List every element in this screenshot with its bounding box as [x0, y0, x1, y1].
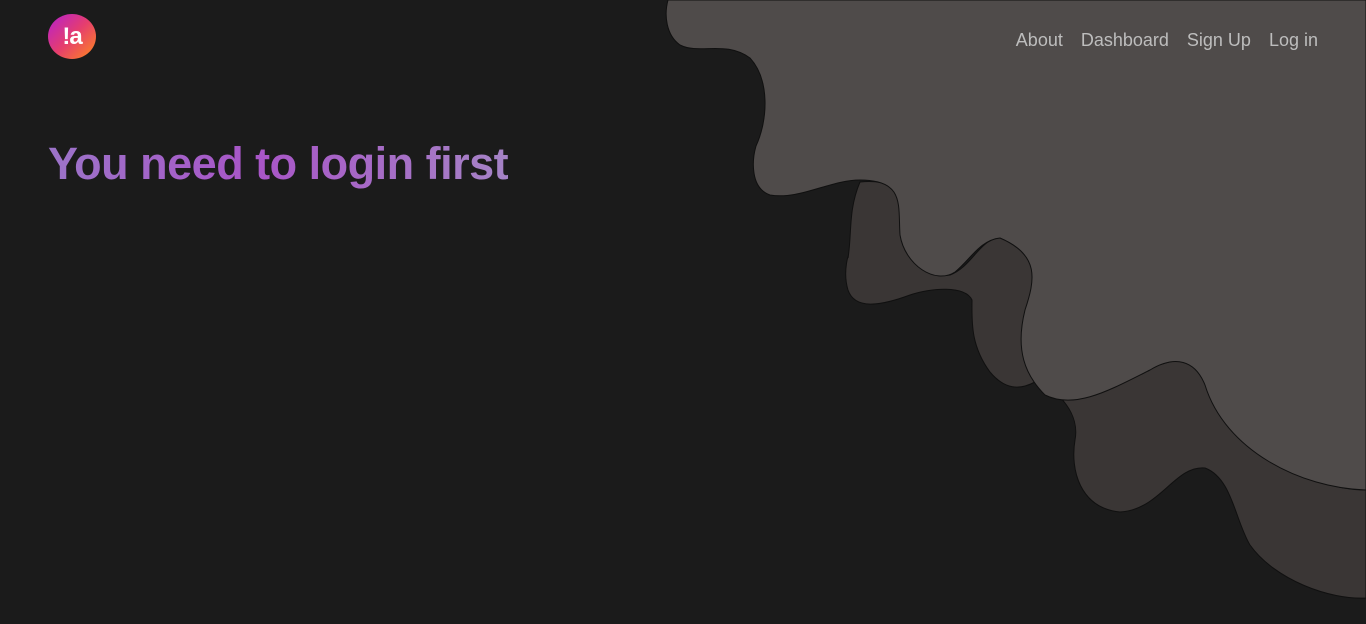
logo[interactable]: !a — [48, 14, 96, 59]
nav-link-about[interactable]: About — [1016, 29, 1063, 51]
blob-light-layer — [665, 0, 1366, 491]
nav-link-log-in[interactable]: Log in — [1269, 29, 1318, 51]
top-nav: About Dashboard Sign Up Log in — [1016, 29, 1318, 51]
page-title: You need to login first — [48, 136, 509, 192]
nav-link-dashboard[interactable]: Dashboard — [1081, 29, 1169, 51]
decorative-blobs — [665, 0, 1366, 599]
nav-link-sign-up[interactable]: Sign Up — [1187, 29, 1251, 51]
page: !a About Dashboard Sign Up Log in You ne… — [0, 0, 1366, 624]
